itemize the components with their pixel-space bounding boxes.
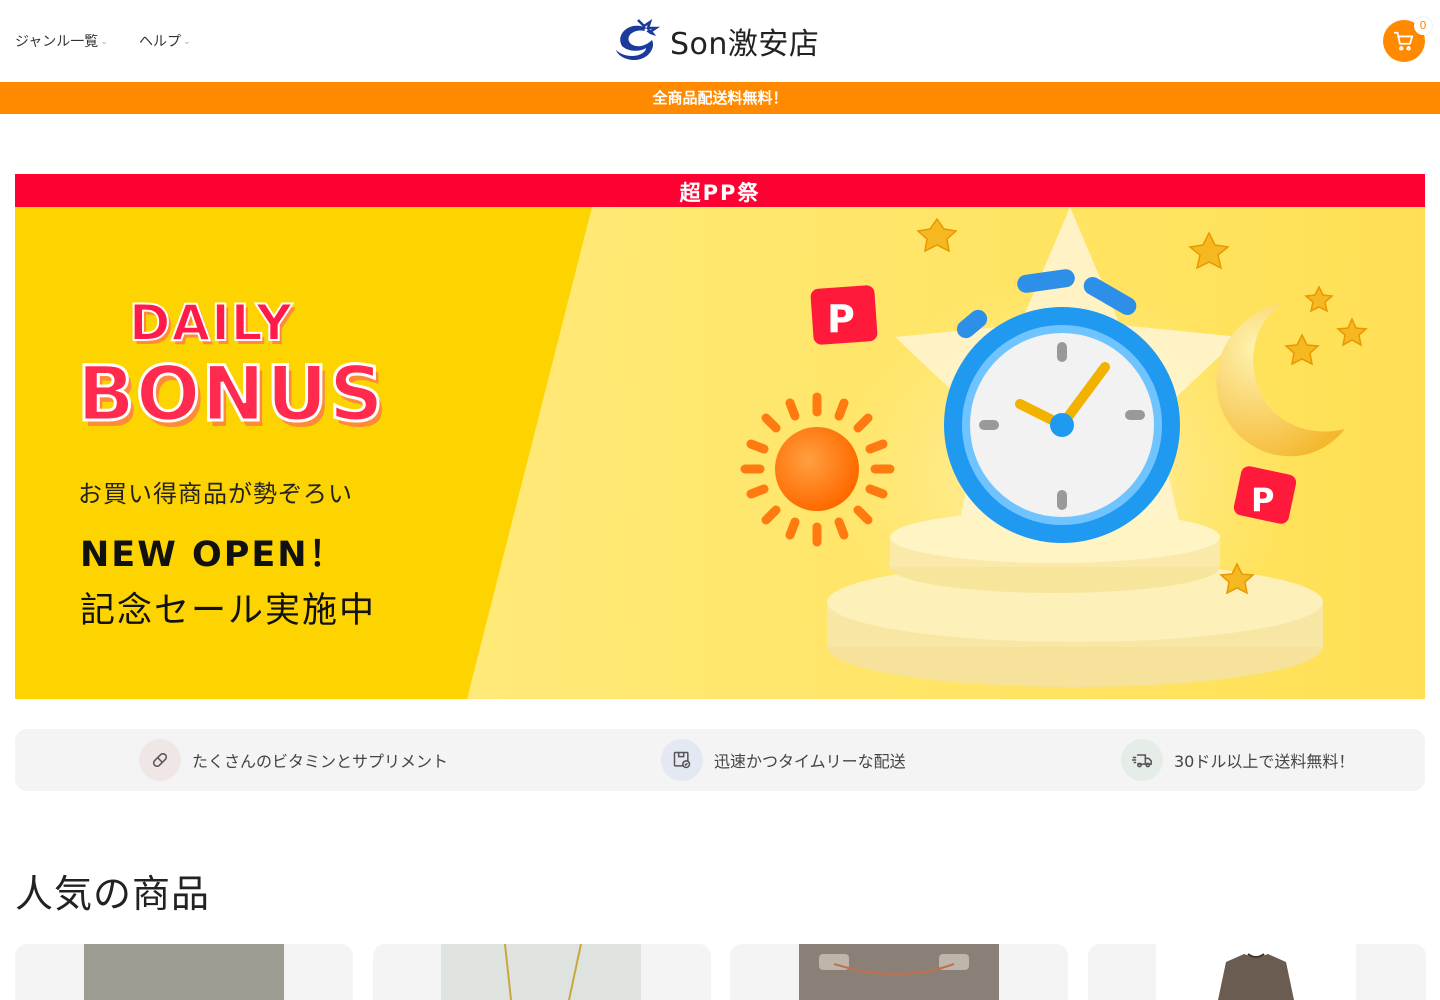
nav-genre-label: ジャンル一覧 [15, 34, 99, 50]
product-image[interactable] [84, 944, 284, 1000]
feature-vitamins: たくさんのビタミンとサプリメント [139, 739, 448, 781]
chevron-down-icon: ⌄ [183, 37, 191, 47]
feature-label: 30ドル以上で送料無料！ [1174, 752, 1355, 771]
cart-icon [1393, 31, 1414, 51]
feature-label: たくさんのビタミンとサプリメント [192, 752, 449, 771]
hero-top-label: 超PP祭 [679, 181, 761, 205]
hero-line2: NEW OPEN！ [80, 535, 346, 575]
hero-line1: お買い得商品が勢ぞろい [78, 480, 353, 508]
nav-help[interactable]: ヘルプ ⌄ [139, 31, 191, 51]
product-card[interactable] [373, 944, 711, 1000]
nav-genre-list[interactable]: ジャンル一覧 ⌄ [15, 31, 108, 51]
daily-badge-word1: DAILY [128, 293, 294, 353]
package-check-icon [661, 739, 703, 781]
section-title: 人気の商品 [15, 872, 211, 916]
logo-text: Son激安店 [670, 27, 820, 62]
svg-text:P: P [827, 297, 855, 341]
daily-badge-word2: BONUS [76, 348, 386, 440]
hero-top-bar: 超PP祭 [15, 174, 1425, 207]
product-card[interactable] [1088, 944, 1426, 1000]
announcement-bar: 全商品配送料無料！ [0, 82, 1440, 114]
feature-delivery: 迅速かつタイムリーな配送 [661, 739, 906, 781]
product-image[interactable] [799, 944, 999, 1000]
dragon-logo-icon [616, 18, 661, 60]
nav-help-label: ヘルプ [139, 34, 181, 50]
features-strip: たくさんのビタミンとサプリメント 迅速かつタイムリーな配送 30ドル以上で送料無… [15, 729, 1425, 791]
pill-icon [139, 739, 181, 781]
svg-text:P: P [1251, 481, 1274, 519]
site-header: ジャンル一覧 ⌄ ヘルプ ⌄ Son激安店 0 [0, 0, 1440, 82]
hero-line3: 記念セール実施中 [80, 591, 377, 631]
product-image[interactable] [441, 944, 641, 1000]
feature-free-shipping: 30ドル以上で送料無料！ [1121, 739, 1354, 781]
site-logo[interactable]: Son激安店 [612, 16, 819, 66]
product-card[interactable] [730, 944, 1068, 1000]
truck-icon [1121, 739, 1163, 781]
product-image[interactable] [1156, 944, 1356, 1000]
hero-banner[interactable]: 超PP祭 P P DAILY BONUS お買い得商品が勢ぞろい NEW OPE… [15, 174, 1425, 699]
feature-label: 迅速かつタイムリーな配送 [714, 752, 906, 771]
chevron-down-icon: ⌄ [100, 37, 108, 47]
product-card[interactable] [15, 944, 353, 1000]
cart-count-badge: 0 [1414, 17, 1432, 35]
